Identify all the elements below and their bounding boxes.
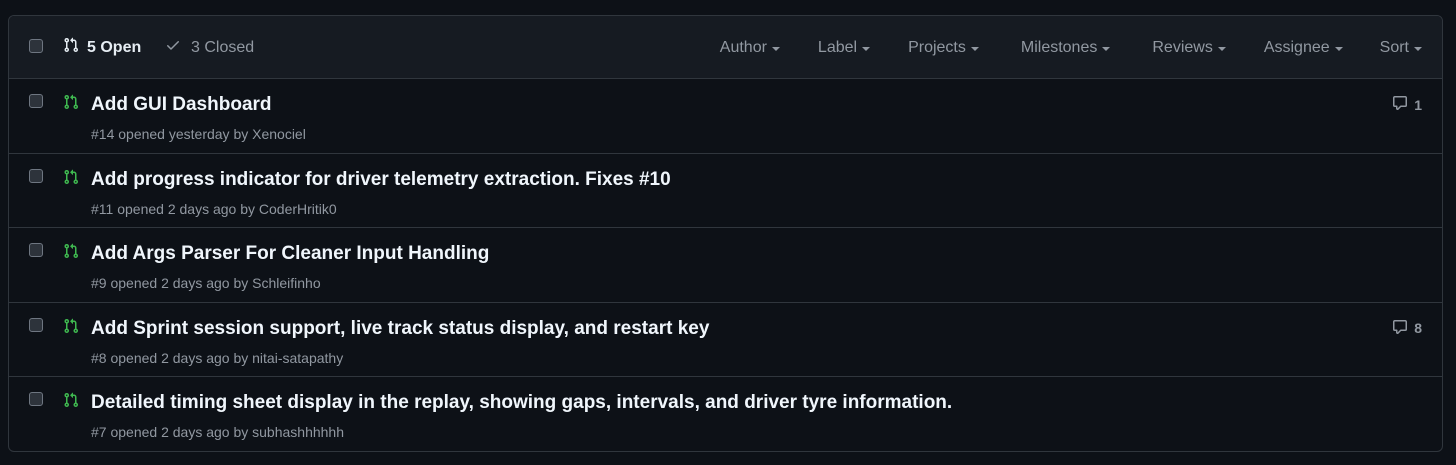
git-pull-request-icon [63,37,79,58]
git-pull-request-icon [63,392,79,413]
row-checkbox[interactable] [29,317,43,332]
pull-request-row: Add Sprint session support, live track s… [9,303,1442,377]
pr-author-link[interactable]: nitai-satapathy [252,350,343,366]
git-pull-request-icon [63,94,79,115]
caret-down-icon [1414,46,1422,51]
pr-title-link[interactable]: Detailed timing sheet display in the rep… [91,392,952,414]
reviews-filter[interactable]: Reviews [1152,39,1226,57]
closed-filter-tab[interactable]: 3 Closed [165,37,254,58]
caret-down-icon [862,46,871,51]
pull-request-row: Add GUI Dashboard #14 opened yesterday b… [9,79,1442,154]
pr-author-link[interactable]: Xenociel [252,126,306,142]
closed-count-label: 3 Closed [191,38,255,56]
open-count-label: 5 Open [87,38,142,56]
list-header: 5 Open 3 Closed Author Label Projects Mi… [9,16,1442,79]
pr-author-link[interactable]: CoderHritik0 [259,201,337,217]
pr-meta: #14 opened yesterday by Xenociel [91,126,306,142]
pr-number: #14 [91,126,115,142]
projects-filter[interactable]: Projects [908,39,979,57]
author-filter[interactable]: Author [720,39,780,57]
row-checkbox[interactable] [29,243,43,257]
filter-menus: Author Label Projects Milestones Reviews… [720,16,1442,79]
caret-down-icon [771,46,780,51]
git-pull-request-icon [63,243,79,264]
comment-icon [1392,95,1408,114]
pr-opened-text: opened 2 days ago by [110,275,249,291]
row-checkbox[interactable] [29,392,43,406]
pull-request-row: Add progress indicator for driver teleme… [9,154,1442,228]
pr-meta: #11 opened 2 days ago by CoderHritik0 [91,201,337,217]
pr-title-link[interactable]: Add Args Parser For Cleaner Input Handli… [91,243,489,265]
sort-filter[interactable]: Sort [1380,39,1422,57]
pr-number: #11 [91,200,114,217]
pr-title-link[interactable]: Add GUI Dashboard [91,94,272,116]
pr-meta: #8 opened 2 days ago by nitai-satapathy [91,350,343,366]
pr-title-link[interactable]: Add progress indicator for driver teleme… [91,169,671,191]
pull-request-row: Detailed timing sheet display in the rep… [9,377,1442,451]
pr-author-link[interactable]: Schleifinho [252,275,321,291]
pr-opened-text: opened 2 days ago by [117,200,255,217]
check-icon [165,37,181,58]
pr-number: #7 [91,424,107,440]
pr-number: #8 [91,349,107,366]
caret-down-icon [970,46,979,51]
comment-count: 1 [1414,96,1422,113]
select-all-checkbox[interactable] [29,39,43,53]
pr-number: #9 [91,275,107,291]
caret-down-icon [1217,46,1226,51]
pr-opened-text: opened 2 days ago by [110,424,249,440]
pr-author-link[interactable]: subhashhhhhh [252,424,344,440]
comments-link[interactable]: 1 [1392,95,1422,114]
pr-meta: #7 opened 2 days ago by subhashhhhhh [91,424,344,440]
row-checkbox[interactable] [29,94,43,108]
caret-down-icon [1102,46,1111,51]
comment-count: 8 [1414,320,1422,336]
milestones-filter[interactable]: Milestones [1021,39,1111,57]
comments-link[interactable]: 8 [1392,319,1422,338]
git-pull-request-icon [63,318,79,339]
open-filter-tab[interactable]: 5 Open [63,37,141,58]
assignee-filter[interactable]: Assignee [1264,39,1343,57]
label-filter[interactable]: Label [818,39,871,57]
pr-meta: #9 opened 2 days ago by Schleifinho [91,275,321,291]
row-checkbox[interactable] [29,168,43,183]
caret-down-icon [1334,46,1343,51]
comment-icon [1392,319,1408,338]
pr-title-link[interactable]: Add Sprint session support, live track s… [91,318,709,340]
git-pull-request-icon [63,169,79,190]
pr-opened-text: opened yesterday by [118,126,249,142]
pull-request-row: Add Args Parser For Cleaner Input Handli… [9,228,1442,303]
pull-request-list: 5 Open 3 Closed Author Label Projects Mi… [8,15,1443,452]
pr-opened-text: opened 2 days ago by [110,349,249,366]
